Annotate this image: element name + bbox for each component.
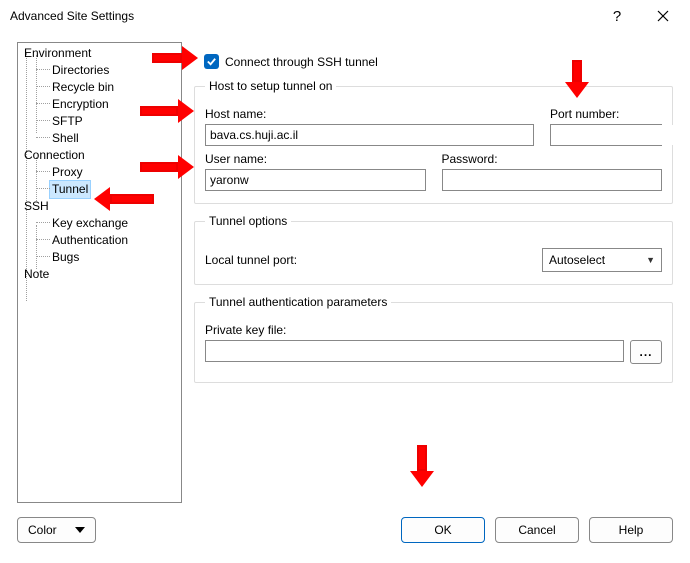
host-name-label: Host name: bbox=[205, 107, 534, 121]
color-button[interactable]: Color bbox=[17, 517, 96, 543]
nav-tree[interactable]: Environment Directories Recycle bin Encr… bbox=[17, 42, 182, 503]
dropdown-arrow-icon bbox=[75, 527, 85, 533]
tree-item-connection[interactable]: Connection bbox=[18, 147, 181, 164]
help-button[interactable]: Help bbox=[589, 517, 673, 543]
close-icon bbox=[657, 10, 669, 22]
private-key-file-label: Private key file: bbox=[205, 323, 662, 337]
connect-through-ssh-tunnel-label: Connect through SSH tunnel bbox=[225, 55, 378, 69]
private-key-browse-button[interactable]: ... bbox=[630, 340, 662, 364]
tree-item-encryption[interactable]: Encryption bbox=[18, 96, 181, 113]
local-tunnel-port-label: Local tunnel port: bbox=[205, 253, 297, 267]
ok-button[interactable]: OK bbox=[401, 517, 485, 543]
tree-item-directories[interactable]: Directories bbox=[18, 62, 181, 79]
local-tunnel-port-combo[interactable]: Autoselect ▼ bbox=[542, 248, 662, 272]
tree-item-authentication[interactable]: Authentication bbox=[18, 232, 181, 249]
settings-panel: Connect through SSH tunnel Host to setup… bbox=[194, 42, 673, 501]
host-name-input[interactable] bbox=[205, 124, 534, 146]
host-setup-group: Host to setup tunnel on Host name: Port … bbox=[194, 79, 673, 204]
local-tunnel-port-value: Autoselect bbox=[549, 253, 605, 267]
user-name-input[interactable] bbox=[205, 169, 426, 191]
tree-item-bugs[interactable]: Bugs bbox=[18, 249, 181, 266]
user-name-label: User name: bbox=[205, 152, 426, 166]
private-key-file-input[interactable] bbox=[205, 340, 624, 362]
tree-item-ssh[interactable]: SSH bbox=[18, 198, 181, 215]
help-titlebar-button[interactable]: ? bbox=[594, 1, 640, 31]
close-titlebar-button[interactable] bbox=[640, 1, 686, 31]
password-input[interactable] bbox=[442, 169, 663, 191]
host-setup-legend: Host to setup tunnel on bbox=[205, 79, 336, 93]
tree-item-note[interactable]: Note bbox=[18, 266, 181, 283]
password-label: Password: bbox=[442, 152, 663, 166]
titlebar: Advanced Site Settings ? bbox=[0, 0, 690, 32]
tree-item-environment[interactable]: Environment bbox=[18, 45, 181, 62]
tree-item-key-exchange[interactable]: Key exchange bbox=[18, 215, 181, 232]
tree-item-sftp[interactable]: SFTP bbox=[18, 113, 181, 130]
tree-item-shell[interactable]: Shell bbox=[18, 130, 181, 147]
window-title: Advanced Site Settings bbox=[10, 9, 134, 23]
tunnel-options-legend: Tunnel options bbox=[205, 214, 291, 228]
tunnel-auth-legend: Tunnel authentication parameters bbox=[205, 295, 391, 309]
tree-item-recycle-bin[interactable]: Recycle bin bbox=[18, 79, 181, 96]
tunnel-options-group: Tunnel options Local tunnel port: Autose… bbox=[194, 214, 673, 285]
port-number-label: Port number: bbox=[550, 107, 662, 121]
port-number-spinner[interactable]: ▲ ▼ bbox=[550, 124, 662, 146]
checkmark-icon bbox=[206, 56, 217, 67]
cancel-button[interactable]: Cancel bbox=[495, 517, 579, 543]
tunnel-auth-group: Tunnel authentication parameters Private… bbox=[194, 295, 673, 383]
connect-through-ssh-tunnel-checkbox[interactable] bbox=[204, 54, 219, 69]
tree-item-proxy[interactable]: Proxy bbox=[18, 164, 181, 181]
chevron-down-icon: ▼ bbox=[646, 255, 655, 265]
port-number-input[interactable] bbox=[551, 125, 690, 145]
tree-item-tunnel[interactable]: Tunnel bbox=[18, 181, 181, 198]
